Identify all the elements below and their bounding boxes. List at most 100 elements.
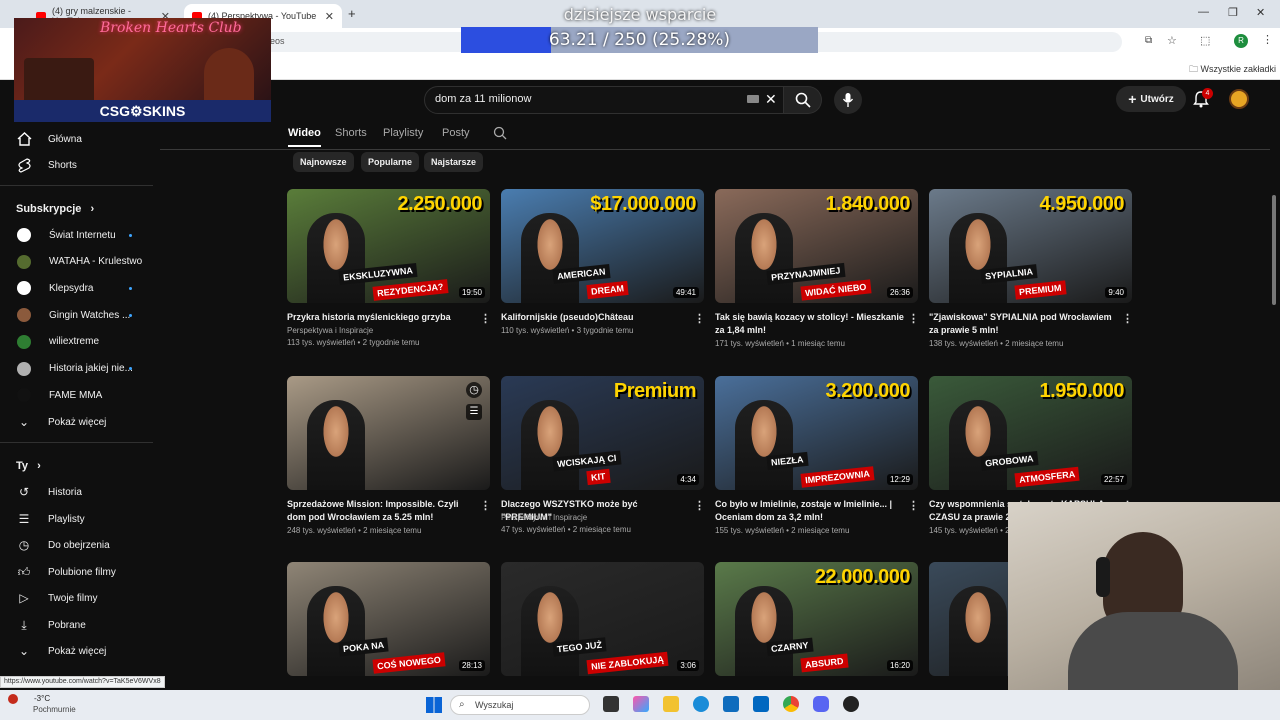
video-thumbnail[interactable]: 1.950.000 GROBOWA ATMOSFERA 22:57 <box>929 376 1132 490</box>
tab-posts[interactable]: Posty <box>442 127 470 139</box>
close-tab-icon[interactable]: ✕ <box>325 10 334 23</box>
sidebar-subscription[interactable]: Świat Internetu <box>16 222 132 248</box>
sidebar-item-playlists[interactable]: ☰ Playlisty <box>16 506 85 532</box>
sidebar-item-your-videos[interactable]: ▷ Twoje filmy <box>16 585 97 611</box>
create-label: Utwórz <box>1140 93 1174 105</box>
chip-oldest[interactable]: Najstarsze <box>424 152 484 172</box>
install-app-icon[interactable]: ⧉ <box>1145 35 1152 46</box>
video-thumbnail[interactable]: Premium WCISKAJĄ CI KIT 4:34 <box>501 376 704 490</box>
chrome-menu-icon[interactable]: ⋮ <box>1262 33 1273 46</box>
video-title[interactable]: Sprzedażowe Mission: Impossible. Czyli d… <box>287 498 477 524</box>
sidebar-item-watch-later[interactable]: ◷ Do obejrzenia <box>16 532 110 558</box>
profile-avatar[interactable]: R <box>1234 34 1248 48</box>
sidebar-subscription[interactable]: FAME MMA <box>16 382 102 408</box>
minimize-icon[interactable]: — <box>1198 6 1209 18</box>
taskbar-search-placeholder: Wyszukaj <box>475 700 514 710</box>
video-thumbnail[interactable]: $17.000.000 AMERICAN DREAM 49:41 <box>501 189 704 303</box>
sidebar-item-label: Polubione filmy <box>48 566 116 578</box>
outlook-icon[interactable] <box>723 696 739 712</box>
taskbar-search-box[interactable]: ⌕ Wyszukaj <box>450 695 590 715</box>
video-menu-icon[interactable]: ⋮ <box>908 499 919 512</box>
create-button[interactable]: + Utwórz <box>1116 86 1186 112</box>
video-channel-name[interactable]: Perspektywa i Inspiracje <box>501 513 587 522</box>
tab-playlists[interactable]: Playlisty <box>383 127 423 139</box>
new-tab-icon[interactable]: + <box>348 6 356 21</box>
video-title[interactable]: Tak się bawią kozacy w stolicy! - Mieszk… <box>715 311 905 337</box>
video-title[interactable]: Przykra historia myślenickiego grzyba <box>287 311 477 324</box>
video-thumbnail[interactable]: 1.840.000 PRZYNAJMNIEJ WIDAĆ NIEBO 26:36 <box>715 189 918 303</box>
sidebar-subscription[interactable]: Klepsydra <box>16 275 132 301</box>
extensions-icon[interactable]: ⬚ <box>1200 34 1210 47</box>
bookmark-star-icon[interactable]: ☆ <box>1167 34 1177 47</box>
task-view-icon[interactable] <box>603 696 619 712</box>
sidebar-item-home[interactable]: Główna <box>16 126 82 152</box>
sidebar-subscription[interactable]: WATAHA - Krulestwo <box>16 249 142 275</box>
thumbnail-presenter <box>521 586 579 676</box>
sidebar-subscription[interactable]: Historia jakiej nie... <box>16 356 133 382</box>
sidebar-subscription[interactable]: Gingin Watches ... <box>16 302 132 328</box>
search-icon: ⌕ <box>459 699 465 710</box>
thumbnail-presenter <box>521 400 579 490</box>
sidebar-item-liked[interactable]: 👍︎ Polubione filmy <box>16 559 116 585</box>
sidebar-subs-show-more[interactable]: ⌄ Pokaż więcej <box>16 409 106 435</box>
streamer-webcam <box>1008 502 1280 692</box>
chip-popular[interactable]: Popularne <box>361 152 420 172</box>
tab-shorts[interactable]: Shorts <box>335 127 367 139</box>
scrollbar-thumb[interactable] <box>1272 195 1276 305</box>
video-thumbnail[interactable]: 22.000.000 CZARNY ABSURD 16:20 <box>715 562 918 676</box>
video-duration: 49:41 <box>672 287 699 298</box>
sidebar-subscriptions-header[interactable]: Subskrypcje › <box>16 203 94 215</box>
window-close-icon[interactable]: ✕ <box>1256 6 1265 19</box>
sidebar-item-downloads[interactable]: ⤓ Pobrane <box>16 612 86 638</box>
video-title[interactable]: "Zjawiskowa" SYPIALNIA pod Wrocławiem za… <box>929 311 1119 337</box>
video-menu-icon[interactable]: ⋮ <box>1122 312 1133 325</box>
windows-start-icon[interactable] <box>426 697 442 713</box>
sidebar-item-history[interactable]: ↺ Historia <box>16 479 82 505</box>
video-title[interactable]: Co było w Imielinie, zostaje w Imielinie… <box>715 498 905 524</box>
all-bookmarks-label: Wszystkie zakładki <box>1200 64 1277 74</box>
channel-search-button[interactable] <box>493 126 507 145</box>
sidebar-item-shorts[interactable]: Shorts <box>16 152 77 178</box>
video-thumbnail[interactable]: POKA NA COŚ NOWEGO 28:13 <box>287 562 490 676</box>
sidebar-item-label: Pobrane <box>48 619 86 631</box>
video-menu-icon[interactable]: ⋮ <box>694 312 705 325</box>
chrome-icon[interactable] <box>783 696 799 712</box>
maximize-icon[interactable]: ❐ <box>1228 6 1238 19</box>
weather-alert-icon[interactable] <box>8 694 18 704</box>
video-menu-icon[interactable]: ⋮ <box>908 312 919 325</box>
video-menu-icon[interactable]: ⋮ <box>480 499 491 512</box>
add-to-queue-icon[interactable]: ☰ <box>466 404 482 420</box>
clear-search-icon[interactable]: ✕ <box>765 91 777 108</box>
file-explorer-icon[interactable] <box>663 696 679 712</box>
watch-later-icon[interactable]: ◷ <box>466 382 482 398</box>
video-thumbnail[interactable]: TEGO JUŻ NIE ZABLOKUJĄ 3:06 <box>501 562 704 676</box>
video-channel-name[interactable]: Perspektywa i Inspiracje <box>287 326 373 335</box>
chip-newest[interactable]: Najnowsze <box>293 152 354 172</box>
notifications-button[interactable]: 4 <box>1193 88 1213 113</box>
keyboard-icon[interactable] <box>747 95 759 103</box>
sidebar-subscription[interactable]: wiliextreme <box>16 329 99 355</box>
video-menu-icon[interactable]: ⋮ <box>694 499 705 512</box>
channel-avatar <box>17 228 31 242</box>
video-thumbnail[interactable]: 3.200.000 NIEZŁA IMPREZOWNIA 12:29 <box>715 376 918 490</box>
video-thumbnail[interactable]: 4.950.000 SYPIALNIA PREMIUM 9:40 <box>929 189 1132 303</box>
discord-icon[interactable] <box>813 696 829 712</box>
video-title[interactable]: Kalifornijskie (pseudo)Château <box>501 311 691 324</box>
search-button[interactable] <box>784 86 822 114</box>
video-thumbnail[interactable]: ◷ ☰ <box>287 376 490 490</box>
voice-search-button[interactable] <box>834 86 862 114</box>
copilot-icon[interactable] <box>633 696 649 712</box>
sidebar-you-show-more[interactable]: ⌄ Pokaż więcej <box>16 638 106 664</box>
account-avatar[interactable] <box>1229 89 1249 109</box>
video-thumbnail[interactable]: 2.250.000 EKSKLUZYWNA REZYDENCJA? 19:50 <box>287 189 490 303</box>
tab-videos[interactable]: Wideo <box>288 127 321 147</box>
obs-icon[interactable] <box>843 696 859 712</box>
weather-temp[interactable]: -3°C <box>34 694 50 703</box>
you-label: Ty <box>16 460 29 472</box>
sidebar-you-header[interactable]: Ty › <box>16 460 41 472</box>
video-menu-icon[interactable]: ⋮ <box>480 312 491 325</box>
edge-icon[interactable] <box>693 696 709 712</box>
store-icon[interactable] <box>753 696 769 712</box>
all-bookmarks-folder[interactable]: 🗀 Wszystkie zakładki <box>1189 62 1276 78</box>
search-input[interactable]: dom za 11 milionow ✕ <box>424 86 784 114</box>
